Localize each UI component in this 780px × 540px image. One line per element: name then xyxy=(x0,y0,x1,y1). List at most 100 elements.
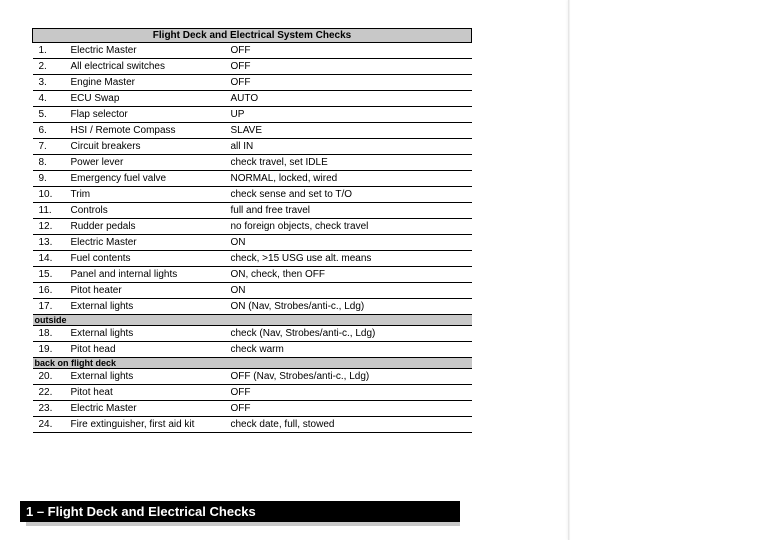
page-spine xyxy=(568,0,570,540)
row-value: OFF xyxy=(231,75,472,91)
table-row: 16.Pitot heaterON xyxy=(33,283,472,299)
row-item: HSI / Remote Compass xyxy=(71,123,231,139)
row-item: Panel and internal lights xyxy=(71,267,231,283)
table-row: 4.ECU SwapAUTO xyxy=(33,91,472,107)
row-number: 9. xyxy=(33,171,71,187)
row-value: UP xyxy=(231,107,472,123)
table-row: 1.Electric MasterOFF xyxy=(33,43,472,59)
row-number: 7. xyxy=(33,139,71,155)
row-item: External lights xyxy=(71,369,231,385)
section-back-label: back on flight deck xyxy=(33,358,472,369)
row-item: Pitot heat xyxy=(71,385,231,401)
checklist-table: Flight Deck and Electrical System Checks… xyxy=(32,28,472,433)
row-value: ON xyxy=(231,283,472,299)
row-number: 18. xyxy=(33,326,71,342)
table-row: 10.Trimcheck sense and set to T/O xyxy=(33,187,472,203)
row-item: ECU Swap xyxy=(71,91,231,107)
table-row: 17.External lightsON (Nav, Strobes/anti-… xyxy=(33,299,472,315)
footer-title: 1 – Flight Deck and Electrical Checks xyxy=(20,501,460,522)
row-value: no foreign objects, check travel xyxy=(231,219,472,235)
row-item: Emergency fuel valve xyxy=(71,171,231,187)
row-item: External lights xyxy=(71,326,231,342)
table-row: 12.Rudder pedalsno foreign objects, chec… xyxy=(33,219,472,235)
page-content: Flight Deck and Electrical System Checks… xyxy=(0,0,780,433)
main-items: 1.Electric MasterOFF2.All electrical swi… xyxy=(33,43,472,315)
row-item: Fuel contents xyxy=(71,251,231,267)
section-outside: outside xyxy=(33,315,472,326)
table-row: 23.Electric MasterOFF xyxy=(33,401,472,417)
row-number: 17. xyxy=(33,299,71,315)
row-value: AUTO xyxy=(231,91,472,107)
row-value: OFF xyxy=(231,43,472,59)
table-row: 7.Circuit breakersall IN xyxy=(33,139,472,155)
row-value: ON xyxy=(231,235,472,251)
table-row: 15.Panel and internal lightsON, check, t… xyxy=(33,267,472,283)
row-value: check (Nav, Strobes/anti-c., Ldg) xyxy=(231,326,472,342)
row-number: 15. xyxy=(33,267,71,283)
row-number: 13. xyxy=(33,235,71,251)
row-item: Circuit breakers xyxy=(71,139,231,155)
section-outside-label: outside xyxy=(33,315,472,326)
row-item: Fire extinguisher, first aid kit xyxy=(71,417,231,433)
row-item: Power lever xyxy=(71,155,231,171)
row-number: 12. xyxy=(33,219,71,235)
row-number: 8. xyxy=(33,155,71,171)
row-item: Electric Master xyxy=(71,43,231,59)
table-row: 24.Fire extinguisher, first aid kitcheck… xyxy=(33,417,472,433)
table-row: 8.Power levercheck travel, set IDLE xyxy=(33,155,472,171)
row-number: 24. xyxy=(33,417,71,433)
row-value: OFF xyxy=(231,401,472,417)
row-number: 11. xyxy=(33,203,71,219)
row-number: 6. xyxy=(33,123,71,139)
section-back: back on flight deck xyxy=(33,358,472,369)
row-value: NORMAL, locked, wired xyxy=(231,171,472,187)
row-number: 19. xyxy=(33,342,71,358)
row-item: All electrical switches xyxy=(71,59,231,75)
row-number: 10. xyxy=(33,187,71,203)
row-value: check travel, set IDLE xyxy=(231,155,472,171)
row-value: check, >15 USG use alt. means xyxy=(231,251,472,267)
row-item: Rudder pedals xyxy=(71,219,231,235)
row-item: Electric Master xyxy=(71,235,231,251)
row-item: Pitot heater xyxy=(71,283,231,299)
table-row: 13.Electric MasterON xyxy=(33,235,472,251)
row-item: Pitot head xyxy=(71,342,231,358)
row-number: 5. xyxy=(33,107,71,123)
footer-shadow xyxy=(26,522,460,526)
row-value: OFF xyxy=(231,385,472,401)
row-value: OFF xyxy=(231,59,472,75)
table-row: 14.Fuel contentscheck, >15 USG use alt. … xyxy=(33,251,472,267)
table-row: 22.Pitot heatOFF xyxy=(33,385,472,401)
row-number: 16. xyxy=(33,283,71,299)
table-row: 2.All electrical switchesOFF xyxy=(33,59,472,75)
table-title-row: Flight Deck and Electrical System Checks xyxy=(33,29,472,43)
back-items: 20.External lightsOFF (Nav, Strobes/anti… xyxy=(33,369,472,433)
row-item: Engine Master xyxy=(71,75,231,91)
row-value: OFF (Nav, Strobes/anti-c., Ldg) xyxy=(231,369,472,385)
outside-items: 18.External lightscheck (Nav, Strobes/an… xyxy=(33,326,472,358)
table-row: 20.External lightsOFF (Nav, Strobes/anti… xyxy=(33,369,472,385)
row-item: External lights xyxy=(71,299,231,315)
row-number: 2. xyxy=(33,59,71,75)
row-value: ON (Nav, Strobes/anti-c., Ldg) xyxy=(231,299,472,315)
row-value: check warm xyxy=(231,342,472,358)
row-value: check sense and set to T/O xyxy=(231,187,472,203)
table-row: 9.Emergency fuel valveNORMAL, locked, wi… xyxy=(33,171,472,187)
row-value: ON, check, then OFF xyxy=(231,267,472,283)
row-number: 1. xyxy=(33,43,71,59)
table-row: 3.Engine MasterOFF xyxy=(33,75,472,91)
table-row: 5.Flap selectorUP xyxy=(33,107,472,123)
row-value: check date, full, stowed xyxy=(231,417,472,433)
row-value: all IN xyxy=(231,139,472,155)
row-number: 14. xyxy=(33,251,71,267)
table-row: 6.HSI / Remote CompassSLAVE xyxy=(33,123,472,139)
row-number: 20. xyxy=(33,369,71,385)
row-number: 3. xyxy=(33,75,71,91)
row-value: SLAVE xyxy=(231,123,472,139)
table-row: 18.External lightscheck (Nav, Strobes/an… xyxy=(33,326,472,342)
row-number: 4. xyxy=(33,91,71,107)
row-value: full and free travel xyxy=(231,203,472,219)
row-item: Flap selector xyxy=(71,107,231,123)
row-number: 23. xyxy=(33,401,71,417)
row-item: Electric Master xyxy=(71,401,231,417)
